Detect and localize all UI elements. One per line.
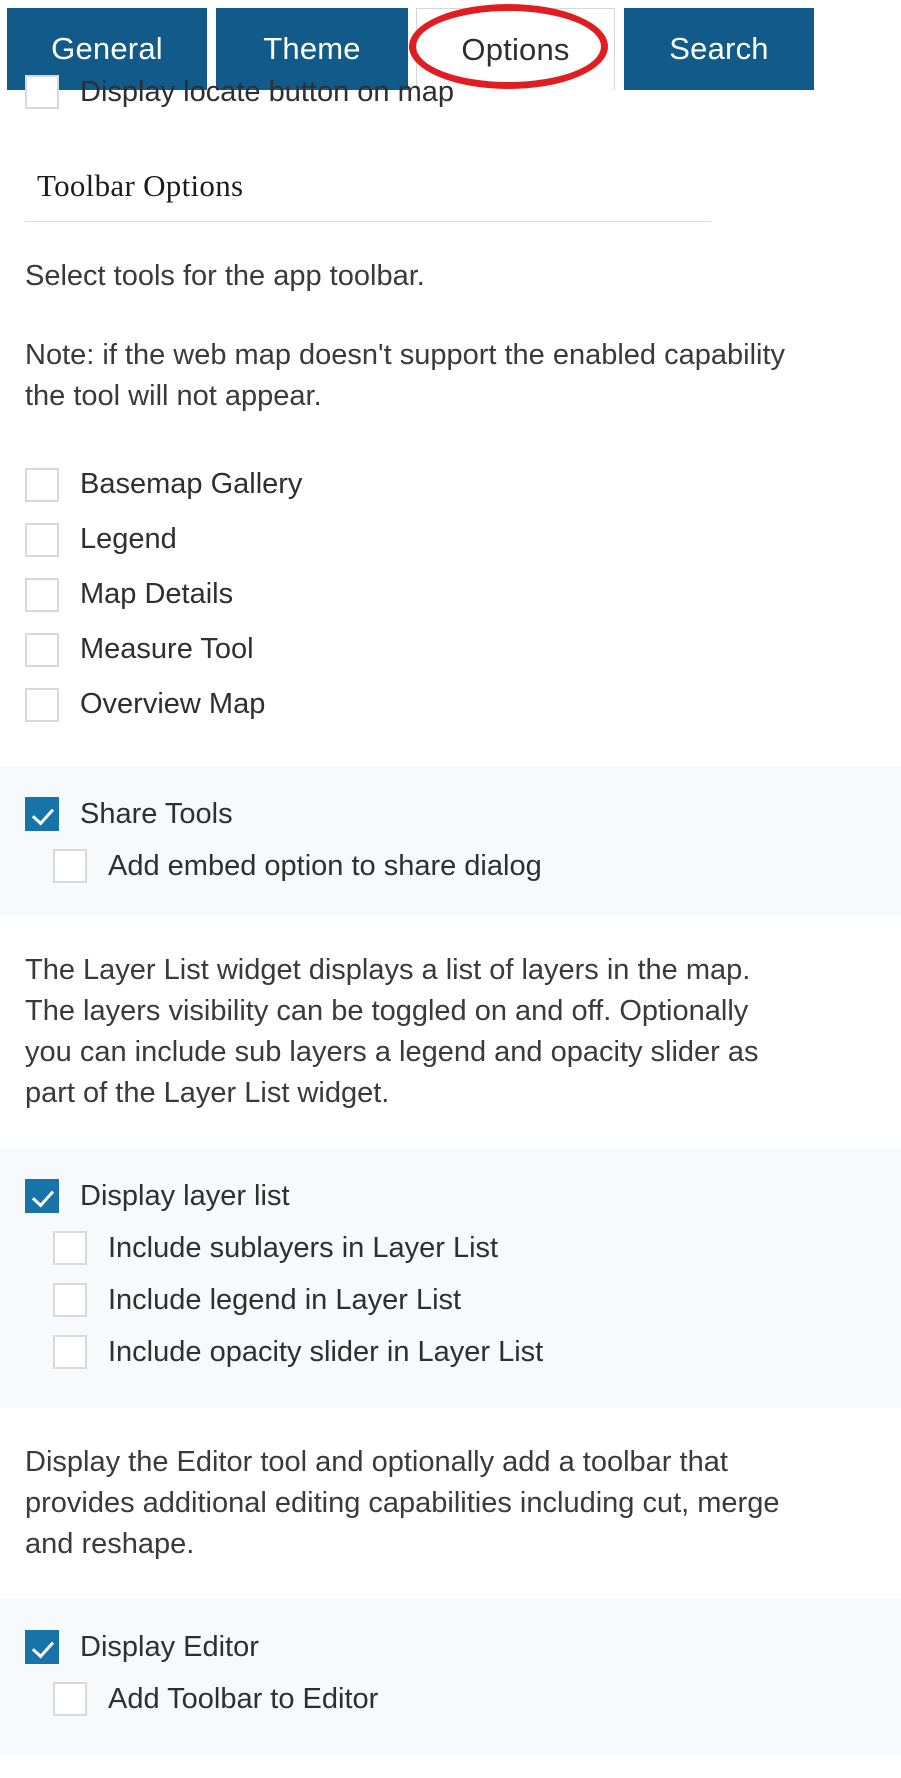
checkbox-include-opacity-slider[interactable] bbox=[53, 1335, 87, 1369]
checkbox-add-embed-option[interactable] bbox=[53, 849, 87, 883]
layer-list-group: Display layer list Include sublayers in … bbox=[0, 1148, 901, 1408]
intro-text: Select tools for the app toolbar. bbox=[25, 260, 425, 292]
checkbox-row-add-embed-option[interactable]: Add embed option to share dialog bbox=[0, 840, 901, 892]
checkbox-include-legend[interactable] bbox=[53, 1283, 87, 1317]
checkbox-display-locate-button[interactable] bbox=[25, 75, 59, 109]
checkbox-row-display-editor[interactable]: Display Editor bbox=[0, 1621, 901, 1673]
checkbox-label: Add embed option to share dialog bbox=[108, 849, 542, 882]
checkbox-row-include-opacity-slider[interactable]: Include opacity slider in Layer List bbox=[0, 1326, 901, 1378]
options-settings-panel: Display locate button on map Toolbar Opt… bbox=[0, 0, 901, 1778]
editor-group: Display Editor Add Toolbar to Editor bbox=[0, 1599, 901, 1755]
checkbox-share-tools[interactable] bbox=[25, 797, 59, 831]
checkbox-label: Legend bbox=[80, 523, 177, 555]
checkbox-label: Display Editor bbox=[80, 1630, 259, 1663]
checkbox-map-details[interactable] bbox=[25, 577, 59, 612]
note-text: Note: if the web map doesn't support the… bbox=[25, 339, 786, 412]
checkbox-display-editor[interactable] bbox=[25, 1630, 59, 1664]
checkbox-label: Include legend in Layer List bbox=[108, 1283, 462, 1316]
checkbox-row-include-legend[interactable]: Include legend in Layer List bbox=[0, 1274, 901, 1326]
checkbox-row-share-tools[interactable]: Share Tools bbox=[0, 788, 901, 840]
checkbox-row-basemap-gallery[interactable]: Basemap Gallery bbox=[0, 457, 901, 512]
checkbox-label: Include opacity slider in Layer List bbox=[108, 1335, 544, 1368]
share-tools-group: Share Tools Add embed option to share di… bbox=[0, 766, 901, 916]
page-title: Toolbar Options bbox=[37, 168, 244, 203]
checkbox-legend[interactable] bbox=[25, 522, 59, 557]
checkbox-row-measure-tool[interactable]: Measure Tool bbox=[0, 622, 901, 677]
checkbox-row-legend[interactable]: Legend bbox=[0, 512, 901, 567]
options-content: Toolbar Options Select tools for the app… bbox=[0, 96, 901, 1755]
checkbox-label: Add Toolbar to Editor bbox=[108, 1682, 379, 1715]
checkbox-label: Basemap Gallery bbox=[80, 468, 303, 500]
checkbox-measure-tool[interactable] bbox=[25, 632, 59, 667]
heading-divider bbox=[25, 221, 711, 222]
checkbox-label: Map Details bbox=[80, 578, 234, 610]
checkbox-row-add-toolbar-to-editor[interactable]: Add Toolbar to Editor bbox=[0, 1673, 901, 1725]
checkbox-row-overview-map[interactable]: Overview Map bbox=[0, 677, 901, 732]
checkbox-display-layer-list[interactable] bbox=[25, 1179, 59, 1213]
checkbox-include-sublayers[interactable] bbox=[53, 1231, 87, 1265]
checkbox-row-map-details[interactable]: Map Details bbox=[0, 567, 901, 622]
checkbox-row-display-layer-list[interactable]: Display layer list bbox=[0, 1170, 901, 1222]
checkbox-add-toolbar-to-editor[interactable] bbox=[53, 1682, 87, 1716]
checkbox-label: Display layer list bbox=[80, 1179, 290, 1212]
checkbox-label: Share Tools bbox=[80, 797, 233, 830]
checkbox-row-include-sublayers[interactable]: Include sublayers in Layer List bbox=[0, 1222, 901, 1274]
checkbox-basemap-gallery[interactable] bbox=[25, 467, 59, 502]
checkbox-label: Overview Map bbox=[80, 688, 266, 720]
checkbox-label: Measure Tool bbox=[80, 633, 254, 665]
editor-description: Display the Editor tool and optionally a… bbox=[25, 1446, 780, 1560]
checkbox-label: Include sublayers in Layer List bbox=[108, 1231, 499, 1264]
checkbox-label: Display locate button on map bbox=[80, 75, 454, 108]
checkbox-overview-map[interactable] bbox=[25, 687, 59, 722]
checkbox-row-display-locate-button[interactable]: Display locate button on map bbox=[25, 70, 454, 114]
tool-checkbox-list: Basemap Gallery Legend Map Details Measu… bbox=[0, 457, 901, 732]
layer-list-description: The Layer List widget displays a list of… bbox=[25, 954, 759, 1109]
tab-search[interactable]: Search bbox=[624, 8, 814, 90]
